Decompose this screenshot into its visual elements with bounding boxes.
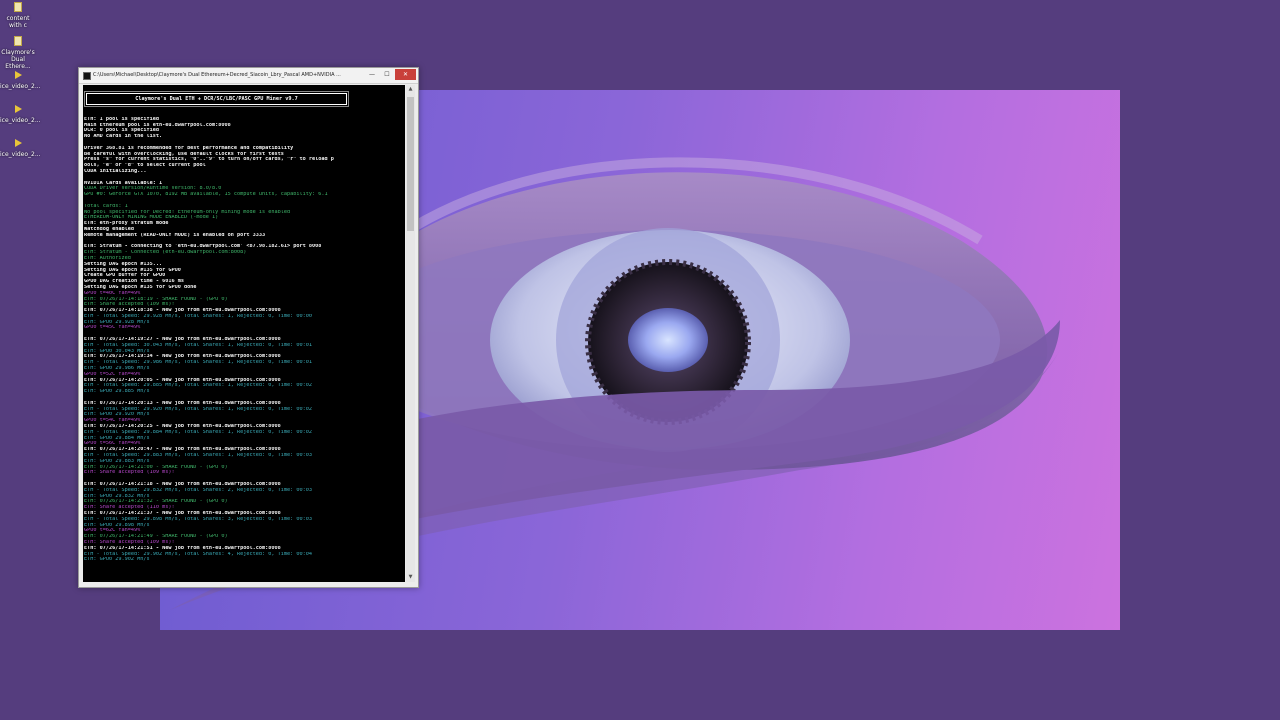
console-log: ETH: 1 pool is specified Main Ethereum po… [84, 111, 405, 563]
window-titlebar[interactable]: C:\Users\Michael\Desktop\Claymore's Dual… [79, 68, 418, 84]
video-file-icon [0, 104, 36, 116]
desktop-icon[interactable]: Claymore's Dual Ethere... [0, 36, 36, 70]
console-app-icon [83, 72, 91, 80]
file-icon [0, 36, 36, 48]
miner-banner-text: Claymore's Dual ETH + DCR/SC/LBC/PASC GP… [135, 96, 298, 102]
console-output[interactable]: Claymore's Dual ETH + DCR/SC/LBC/PASC GP… [83, 85, 405, 582]
desktop-icon[interactable]: ice_video_2... [0, 70, 41, 90]
console-window[interactable]: C:\Users\Michael\Desktop\Claymore's Dual… [78, 67, 419, 588]
desktop-icon-label: ice_video_2... [0, 117, 41, 124]
video-file-icon [0, 138, 36, 150]
desktop-icon-label: ice_video_2... [0, 151, 41, 158]
scrollbar-thumb[interactable] [407, 97, 414, 231]
vertical-scrollbar[interactable]: ▲ ▼ [406, 85, 415, 582]
desktop-icon[interactable]: content with c [0, 2, 36, 29]
scroll-up-arrow-icon[interactable]: ▲ [406, 85, 415, 94]
minimize-button[interactable]: — [365, 69, 379, 80]
desktop-icon[interactable]: ice_video_2... [0, 138, 41, 158]
video-file-icon [0, 70, 36, 82]
file-icon [0, 2, 36, 14]
console-line: ETH: GPU0 29.902 Mh/s [84, 557, 150, 563]
scroll-down-arrow-icon[interactable]: ▼ [406, 573, 415, 582]
desktop-icon-label: ice_video_2... [0, 83, 41, 90]
desktop-icon-label: Claymore's Dual Ethere... [1, 49, 35, 70]
window-title: C:\Users\Michael\Desktop\Claymore's Dual… [93, 72, 341, 78]
maximize-button[interactable]: ☐ [380, 69, 394, 80]
miner-banner: Claymore's Dual ETH + DCR/SC/LBC/PASC GP… [84, 91, 349, 107]
close-button[interactable]: ✕ [395, 69, 416, 80]
desktop-icon[interactable]: ice_video_2... [0, 104, 41, 124]
desktop-icon-label: content with c [6, 15, 30, 29]
